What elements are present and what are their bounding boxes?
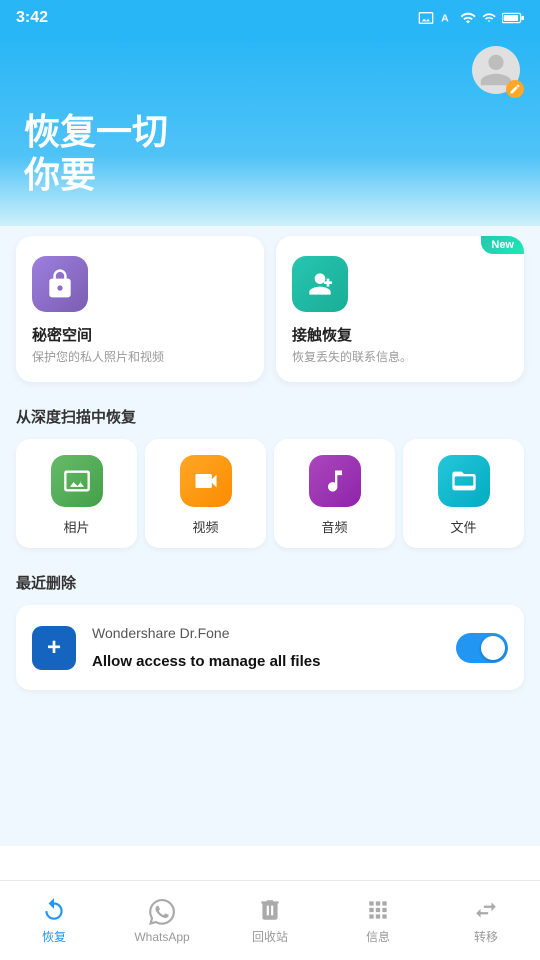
recycle-icon (257, 897, 283, 923)
photos-label: 相片 (63, 517, 89, 536)
photos-icon-bg (51, 455, 103, 507)
permission-toggle[interactable] (456, 633, 508, 663)
music-label: 音频 (321, 517, 347, 536)
edit-icon (509, 83, 521, 95)
restore-nav-icon (40, 896, 68, 924)
header-section: 恢复一切 你要 (0, 36, 540, 236)
secret-space-card[interactable]: 秘密空间 保护您的私人照片和视频 (16, 236, 264, 382)
transfer-nav-icon (472, 896, 500, 924)
nav-whatsapp[interactable]: WhatsApp (108, 890, 216, 952)
recycle-nav-icon (256, 896, 284, 924)
restore-icon (41, 897, 67, 923)
contact-restore-icon (292, 256, 348, 312)
files-icon-bg (438, 455, 490, 507)
status-bar: 3:42 A (0, 0, 540, 36)
contact-restore-desc: 恢复丢失的联系信息。 (292, 349, 508, 366)
avatar-button[interactable] (472, 46, 524, 98)
main-content: 秘密空间 保护您的私人照片和视频 New 接触恢复 恢复丢失的联系信息。 从深度… (0, 226, 540, 846)
nav-transfer[interactable]: 转移 (432, 888, 540, 953)
bottom-nav: 恢复 WhatsApp 回收站 信息 (0, 880, 540, 960)
whatsapp-nav-label: WhatsApp (134, 930, 189, 944)
hero-line1: 恢复一切 (24, 110, 516, 153)
secret-space-icon (32, 256, 88, 312)
nav-info[interactable]: 信息 (324, 888, 432, 953)
lock-icon (44, 268, 76, 300)
transfer-icon (473, 897, 499, 923)
photo-status-icon (418, 10, 434, 26)
top-cards-row: 秘密空间 保护您的私人照片和视频 New 接触恢复 恢复丢失的联系信息。 (16, 226, 524, 382)
wifi-icon (460, 10, 476, 26)
category-row: 相片 视频 音频 (16, 439, 524, 548)
secret-space-desc: 保护您的私人照片和视频 (32, 349, 248, 366)
whatsapp-nav-icon (148, 898, 176, 926)
contact-restore-card[interactable]: New 接触恢复 恢复丢失的联系信息。 (276, 236, 524, 382)
restore-nav-label: 恢复 (42, 928, 66, 945)
transfer-nav-label: 转移 (474, 928, 498, 945)
permission-card: + Wondershare Dr.Fone Allow access to ma… (16, 605, 524, 690)
hero-text: 恢复一切 你要 (0, 98, 540, 216)
new-badge: New (481, 236, 524, 254)
videos-icon-bg (180, 455, 232, 507)
toggle-knob (481, 636, 505, 660)
category-videos[interactable]: 视频 (145, 439, 266, 548)
avatar-edit-badge (506, 80, 524, 98)
music-icon-bg (309, 455, 361, 507)
recently-deleted-section: 最近删除 + Wondershare Dr.Fone Allow access … (16, 572, 524, 690)
drfone-app-name: Wondershare Dr.Fone (92, 625, 440, 641)
deep-scan-title: 从深度扫描中恢复 (16, 406, 524, 427)
files-icon (450, 467, 478, 495)
category-photos[interactable]: 相片 (16, 439, 137, 548)
signal-icon (482, 11, 496, 25)
info-nav-icon (364, 896, 392, 924)
svg-text:A: A (441, 13, 449, 25)
nav-restore[interactable]: 恢复 (0, 888, 108, 953)
battery-icon (502, 12, 524, 24)
category-music[interactable]: 音频 (274, 439, 395, 548)
recently-deleted-title: 最近删除 (16, 572, 524, 593)
videos-icon (192, 467, 220, 495)
contact-restore-title: 接触恢复 (292, 324, 508, 345)
drfone-icon: + (32, 626, 76, 670)
category-files[interactable]: 文件 (403, 439, 524, 548)
a-icon: A (440, 11, 454, 25)
files-label: 文件 (450, 517, 476, 536)
drfone-text-block: Wondershare Dr.Fone Allow access to mana… (92, 625, 440, 670)
recycle-nav-label: 回收站 (252, 928, 288, 945)
info-nav-label: 信息 (366, 928, 390, 945)
status-time: 3:42 (16, 9, 48, 27)
permission-text: Allow access to manage all files (92, 653, 440, 670)
permission-toggle-wrapper[interactable] (456, 633, 508, 663)
info-icon (365, 897, 391, 923)
whatsapp-icon (149, 899, 175, 925)
photos-icon (63, 467, 91, 495)
music-icon (321, 467, 349, 495)
contact-icon (304, 268, 336, 300)
top-bar (0, 36, 540, 98)
nav-recycle[interactable]: 回收站 (216, 888, 324, 953)
videos-label: 视频 (192, 517, 218, 536)
drfone-plus-icon: + (47, 636, 61, 660)
status-icons: A (418, 10, 524, 26)
secret-space-title: 秘密空间 (32, 324, 248, 345)
hero-line2: 你要 (24, 153, 516, 196)
